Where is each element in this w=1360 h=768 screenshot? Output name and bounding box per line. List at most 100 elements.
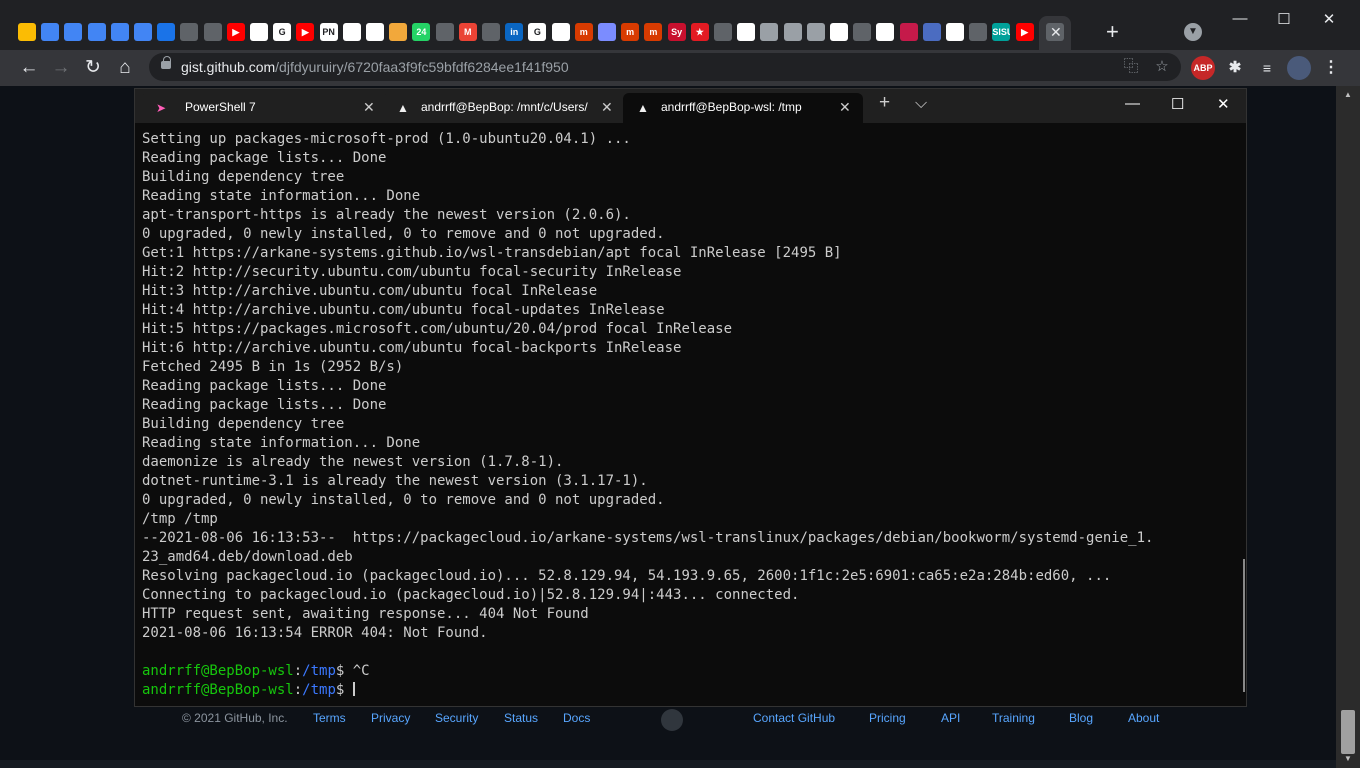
pinned-tab-favicon-icon[interactable] — [64, 23, 83, 41]
back-icon[interactable]: ← — [17, 56, 41, 80]
bookmark-star-icon[interactable]: ☆ — [1152, 57, 1172, 77]
pinned-tab-favicon-icon[interactable] — [551, 23, 570, 41]
reload-icon[interactable]: ↻ — [81, 56, 105, 80]
terminal-line: 23_amd64.deb/download.deb — [142, 549, 353, 565]
scroll-down-icon[interactable]: ▼ — [1344, 754, 1352, 763]
footer-link-security[interactable]: Security — [435, 711, 478, 725]
github-logo-icon[interactable] — [661, 709, 683, 731]
terminal-tab-bar: ➤ PowerShell 7 ✕ ▲ andrrff@BepBop: /mnt/… — [135, 89, 1246, 123]
footer-link-status[interactable]: Status — [504, 711, 538, 725]
terminal-line: Hit:2 http://security.ubuntu.com/ubuntu … — [142, 264, 682, 280]
extensions-puzzle-icon[interactable]: ✱ — [1223, 56, 1247, 80]
pinned-tab-favicon-icon[interactable] — [853, 23, 872, 41]
lock-icon[interactable] — [161, 56, 171, 69]
terminal-tab-close-button[interactable]: ✕ — [601, 99, 613, 116]
footer-link-terms[interactable]: Terms — [313, 711, 346, 725]
pinned-tab-favicon-icon[interactable]: SISU — [992, 23, 1011, 41]
pinned-tab-favicon-icon[interactable] — [598, 23, 616, 41]
pinned-tab-favicon-icon[interactable] — [876, 23, 895, 41]
footer-link-docs[interactable]: Docs — [563, 711, 590, 725]
pinned-tab-favicon-icon[interactable] — [946, 23, 964, 41]
pinned-tab-favicon-icon[interactable]: m — [644, 23, 663, 41]
pinned-tab-favicon-icon[interactable] — [87, 23, 106, 41]
pinned-tab-favicon-icon[interactable] — [737, 23, 756, 41]
tab-search-button[interactable]: ▼ — [1184, 23, 1202, 41]
url-text[interactable]: gist.github.com/djfdyuruiry/6720faa3f9fc… — [181, 59, 569, 75]
pinned-tab-favicon-icon[interactable] — [134, 23, 152, 41]
profile-avatar[interactable] — [1287, 56, 1311, 80]
home-icon[interactable]: ⌂ — [113, 56, 137, 80]
scroll-up-icon[interactable]: ▲ — [1344, 90, 1352, 99]
forward-icon[interactable]: → — [49, 56, 73, 80]
terminal-line: apt-transport-https is already the newes… — [142, 207, 631, 223]
pinned-tab-favicon-icon[interactable] — [250, 23, 268, 41]
linux-penguin-icon: ▲ — [637, 101, 649, 115]
pinned-tab-favicon-icon[interactable]: ▶ — [1015, 23, 1034, 41]
pinned-tab-favicon-icon[interactable] — [342, 23, 361, 41]
terminal-new-tab-button[interactable]: + — [879, 92, 890, 114]
pinned-tab-favicon-icon[interactable] — [922, 23, 941, 41]
pinned-tab-favicon-icon[interactable] — [482, 23, 500, 41]
footer-link-blog[interactable]: Blog — [1069, 711, 1093, 725]
pinned-tab-favicon-icon[interactable]: G — [273, 23, 292, 41]
terminal-maximize-button[interactable]: ☐ — [1171, 95, 1184, 113]
pinned-tab-favicon-icon[interactable]: G — [528, 23, 547, 41]
terminal-tab-bepbop-wsl[interactable]: ▲ andrrff@BepBop-wsl: /tmp ✕ — [623, 93, 863, 123]
pinned-tab-favicon-icon[interactable]: 24 — [412, 23, 431, 41]
pinned-tab-favicon-icon[interactable] — [366, 23, 384, 41]
terminal-tab-bepbop[interactable]: ▲ andrrff@BepBop: /mnt/c/Users/ ✕ — [383, 93, 621, 123]
footer-link-privacy[interactable]: Privacy — [371, 711, 410, 725]
pinned-tab-favicon-icon[interactable]: M — [458, 23, 477, 41]
terminal-scrollbar[interactable] — [1243, 559, 1245, 692]
pinned-tab-favicon-icon[interactable] — [41, 23, 60, 41]
minimize-button[interactable]: — — [1230, 10, 1250, 27]
powershell-icon: ➤ — [155, 101, 167, 115]
pinned-tab-favicon-icon[interactable] — [435, 23, 454, 41]
terminal-output[interactable]: Setting up packages-microsoft-prod (1.0-… — [142, 130, 1237, 700]
footer-link-training[interactable]: Training — [992, 711, 1035, 725]
pinned-tab-favicon-icon[interactable]: in — [505, 23, 524, 41]
pinned-tab-favicon-icon[interactable] — [899, 23, 918, 41]
pinned-tab-favicon-icon[interactable]: ▶ — [226, 23, 245, 41]
pinned-tab-favicon-icon[interactable]: ▶ — [296, 23, 315, 41]
footer-link-about[interactable]: About — [1128, 711, 1159, 725]
pinned-tab-favicon-icon[interactable] — [969, 23, 988, 41]
pinned-tab-favicon-icon[interactable] — [180, 23, 199, 41]
pinned-tab-favicon-icon[interactable] — [830, 23, 848, 41]
pinned-tab-favicon-icon[interactable]: PN — [319, 23, 338, 41]
close-window-button[interactable]: ✕ — [1319, 10, 1339, 28]
terminal-close-button[interactable]: ✕ — [1217, 95, 1230, 113]
terminal-minimize-button[interactable]: — — [1125, 95, 1140, 112]
pinned-tab-favicon-icon[interactable] — [203, 23, 222, 41]
terminal-line: Setting up packages-microsoft-prod (1.0-… — [142, 131, 631, 147]
pinned-tab-favicon-icon[interactable]: ★ — [690, 23, 709, 41]
pinned-tab-favicon-icon[interactable] — [110, 23, 129, 41]
pinned-tab-favicon-icon[interactable]: m — [621, 23, 640, 41]
footer-link-api[interactable]: API — [941, 711, 960, 725]
pinned-tab-favicon-icon[interactable] — [157, 23, 176, 41]
adblock-extension-icon[interactable]: ABP — [1191, 56, 1215, 80]
address-bar[interactable]: gist.github.com/djfdyuruiry/6720faa3f9fc… — [149, 53, 1181, 81]
page-scrollbar[interactable]: ▲ ▼ — [1336, 86, 1360, 768]
footer-link-contact[interactable]: Contact GitHub — [753, 711, 835, 725]
terminal-dropdown-icon[interactable]: ⌵ — [915, 95, 927, 113]
pinned-tab-favicon-icon[interactable] — [760, 23, 779, 41]
menu-kebab-icon[interactable]: ⋮ — [1319, 56, 1343, 80]
scrollbar-thumb[interactable] — [1341, 710, 1355, 754]
maximize-button[interactable]: ☐ — [1274, 10, 1294, 28]
media-control-icon[interactable]: ≡ — [1255, 56, 1279, 80]
pinned-tab-favicon-icon[interactable]: Sy — [667, 23, 686, 41]
pinned-tab-favicon-icon[interactable] — [389, 23, 408, 41]
terminal-tab-close-button[interactable]: ✕ — [839, 99, 851, 116]
footer-link-pricing[interactable]: Pricing — [869, 711, 906, 725]
terminal-tab-powershell[interactable]: ➤ PowerShell 7 ✕ — [141, 93, 381, 123]
translate-icon[interactable]: ⿻ — [1121, 57, 1141, 77]
pinned-tab-favicon-icon[interactable] — [18, 23, 36, 41]
terminal-tab-close-button[interactable]: ✕ — [363, 99, 375, 116]
pinned-tab-favicon-icon[interactable] — [783, 23, 802, 41]
pinned-tab-favicon-icon[interactable] — [806, 23, 825, 41]
pinned-tab-favicon-icon[interactable]: m — [574, 23, 593, 41]
new-tab-button[interactable]: + — [1106, 19, 1119, 45]
tab-close-button[interactable]: ✕ — [1050, 24, 1062, 41]
pinned-tab-favicon-icon[interactable] — [714, 23, 732, 41]
